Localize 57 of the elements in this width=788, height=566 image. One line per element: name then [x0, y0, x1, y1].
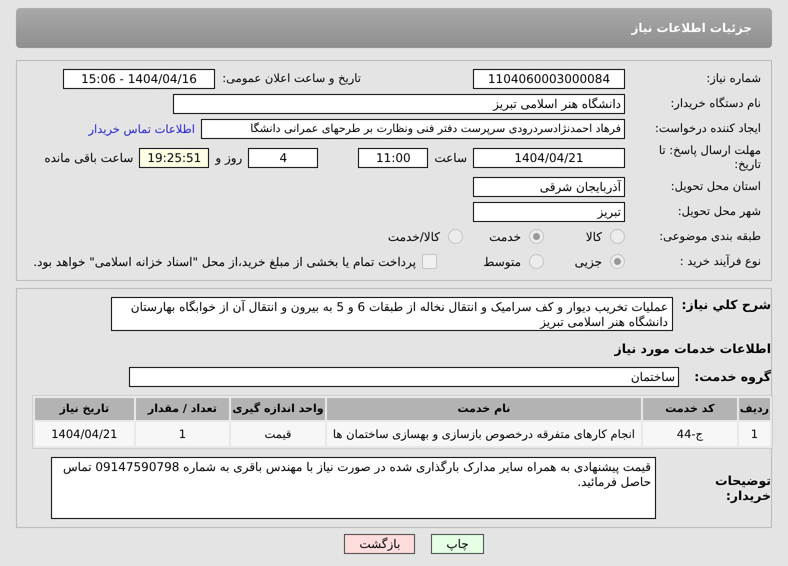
field-label: تاریخ و ساعت اعلان عمومی:: [221, 72, 361, 86]
text-field[interactable]: آذربایجان شرقی: [473, 176, 625, 197]
table-cell: 1: [738, 422, 770, 446]
page-title: جزئیات اطلاعات نیاز: [631, 21, 752, 35]
text-field[interactable]: 4: [248, 148, 318, 168]
table-cell: 1: [136, 422, 230, 446]
column-header: نام خدمت: [326, 398, 641, 420]
text-field[interactable]: 11:00: [358, 148, 428, 168]
field-label: طبقه بندی موضوعی:: [658, 230, 761, 244]
checkbox-label: پرداخت تمام یا بخشی از مبلغ خرید،از محل "اسناد خزانه اسلامی" خواهد بود.: [33, 254, 416, 269]
description-field[interactable]: عملیات تخریب دیوار و کف سرامیک و انتقال نخاله از طبقات 6 و 5 به بیرون و انتقال آن از خوابگاه بهارستان دانشگاه هنر اسلامی تبریز: [111, 296, 673, 331]
column-header: واحد اندازه گیری: [231, 398, 325, 420]
field-label: شهر محل تحویل:: [676, 204, 761, 218]
time-label: ساعت: [434, 150, 467, 165]
text-field[interactable]: 19:25:51: [139, 148, 210, 168]
field-label: نام دستگاه خریدار:: [669, 97, 761, 111]
column-header: ردیف: [738, 398, 770, 420]
remaining-label: ساعت باقی مانده: [44, 150, 134, 165]
radio-button[interactable]: [610, 229, 625, 244]
option-label: جزیی: [574, 254, 602, 269]
text-field[interactable]: فرهاد احمدنژادسردرودی سرپرست دفتر فنی ونظارت بر طرحهای عمرانی دانشگا: [201, 119, 625, 139]
option-label: کالا: [586, 230, 602, 244]
text-field[interactable]: ساختمان: [129, 366, 679, 387]
table-cell: انجام کارهای متفرقه درخصوص بازسازی و بهسازی ساختمان ها: [326, 422, 641, 446]
column-header: تاریخ نیاز: [35, 398, 134, 420]
field-label: گروه خدمت:: [693, 369, 771, 384]
table-cell: 1404/04/21: [35, 422, 134, 446]
text-field[interactable]: 1404/04/21: [473, 148, 625, 168]
days-label: روز و: [215, 150, 242, 165]
field-label: اطلاعات خدمات مورد نیاز: [613, 341, 771, 356]
radio-button[interactable]: [529, 254, 544, 270]
print-button[interactable]: چاپ: [431, 534, 484, 554]
field-label: توضیحات خریدار:: [714, 472, 771, 503]
field-label: مهلت ارسال پاسخ: تا تاریخ:: [658, 144, 761, 172]
checkbox[interactable]: [422, 254, 437, 270]
notes-field[interactable]: قیمت پیشنهادی به همراه سایر مدارک بارگذاری شده در صورت نیاز با مهندس باقری به شماره 09147590798 تماس حاصل فرمائید.: [51, 456, 656, 519]
radio-button[interactable]: [610, 254, 625, 270]
back-button[interactable]: بازگشت: [344, 534, 416, 554]
radio-button[interactable]: [529, 229, 544, 244]
option-label: خدمت: [489, 230, 521, 244]
text-field[interactable]: 1404/04/16 - 15:06: [63, 69, 215, 89]
buyer-contact-link[interactable]: اطلاعات تماس خریدار: [88, 122, 195, 136]
text-field[interactable]: 1104060003000084: [473, 69, 625, 89]
column-header: تعداد / مقدار: [136, 398, 230, 420]
table-cell: قیمت: [231, 422, 325, 446]
field-label: شماره نیاز:: [705, 72, 761, 86]
text-field[interactable]: دانشگاه هنر اسلامی تبریز: [173, 94, 625, 114]
option-label: کالا/خدمت: [388, 230, 440, 244]
table-cell: ج-44: [642, 422, 737, 446]
text-field[interactable]: تبریز: [473, 202, 625, 222]
field-label: شرح کلي نياز:: [680, 296, 771, 312]
field-label: ایجاد کننده درخواست:: [654, 122, 761, 136]
radio-button[interactable]: [448, 229, 463, 244]
field-label: نوع فرآیند خرید :: [678, 254, 761, 268]
field-label: استان محل تحویل:: [670, 180, 761, 194]
column-header: کد خدمت: [642, 398, 737, 420]
option-label: متوسط: [483, 254, 521, 269]
